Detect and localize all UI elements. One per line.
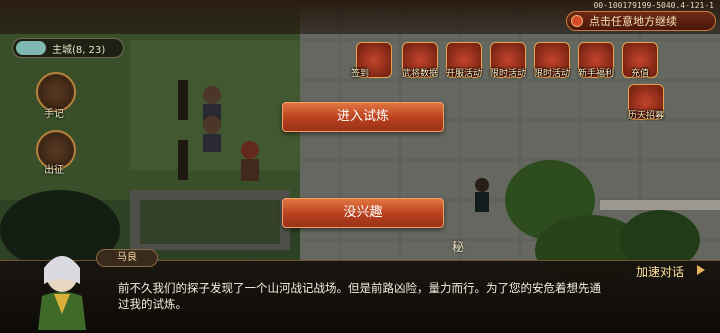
not-interested-button[interactable]: 没兴趣 [282, 198, 444, 228]
journal-label: 手记 [44, 109, 64, 120]
speaker-name: 马良 [96, 249, 158, 267]
minimap-location[interactable]: 主城(8, 23) [12, 38, 124, 58]
speed-up-dialog-button[interactable]: 加速对话 [636, 263, 684, 280]
activity-label: 开服活动 [445, 69, 482, 79]
activity-label: 武将数据 [401, 69, 438, 79]
activity-label: 充值 [630, 69, 649, 79]
enter-trial-button[interactable]: 进入试炼 [282, 102, 444, 132]
build-id-text: 00-100179199-5040.4-121-1 [593, 1, 714, 10]
continue-button[interactable]: 点击任意地方继续 [566, 11, 716, 31]
expedition-label: 出征 [44, 165, 64, 176]
play-arrow-icon [697, 265, 705, 275]
location-label: 主城(8, 23) [52, 44, 106, 56]
map-marker-label: 秘 [452, 240, 465, 254]
minimap-icon [16, 41, 46, 55]
activity-label: 限时活动 [533, 69, 570, 79]
activity-label: 签到 [350, 69, 369, 79]
speaker-portrait [38, 256, 86, 330]
continue-label: 点击任意地方继续 [589, 15, 677, 28]
activity-label: 历天招募 [627, 111, 664, 121]
activity-label: 新手福利 [577, 69, 614, 79]
activity-label: 限时活动 [489, 69, 526, 79]
dialog-text: 前不久我们的探子发现了一个山河战记战场。但是前路凶险，量力而行。为了您的安危着想… [118, 281, 601, 311]
tap-icon [571, 15, 583, 27]
